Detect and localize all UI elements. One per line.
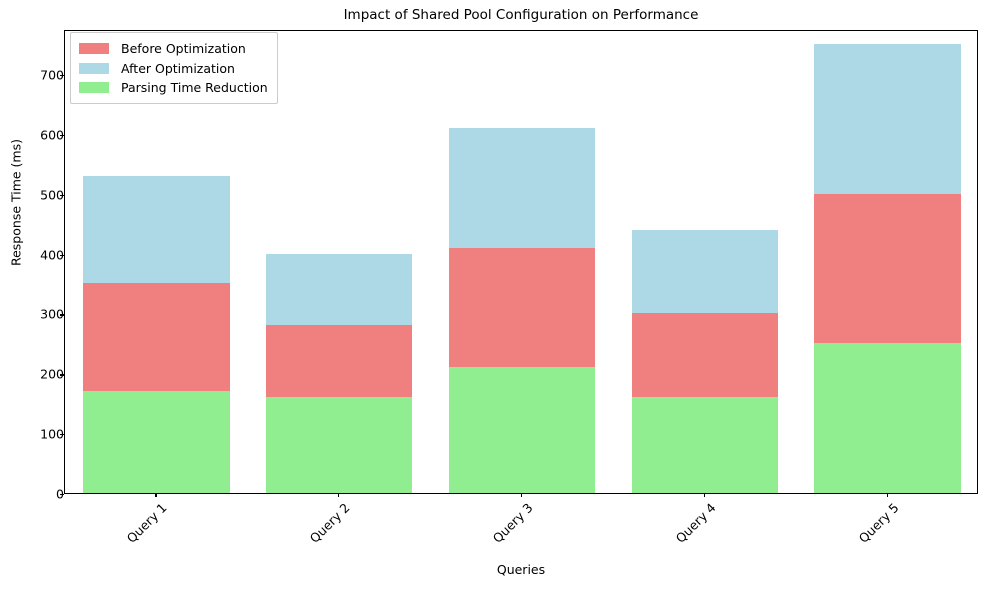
bar-parsing-3 bbox=[448, 367, 596, 493]
legend-label: After Optimization bbox=[121, 60, 235, 76]
y-tick-label: 200 bbox=[40, 366, 64, 382]
y-tick-label: 700 bbox=[40, 67, 64, 83]
legend-item-3: Parsing Time Reduction bbox=[79, 78, 268, 97]
y-axis-tick-labels: 0 100 200 300 400 500 600 700 bbox=[0, 30, 64, 501]
x-tick-mark bbox=[338, 493, 340, 498]
y-tick-label: 100 bbox=[40, 426, 64, 442]
x-tick-mark bbox=[521, 493, 523, 498]
legend-swatch-icon bbox=[79, 62, 109, 74]
x-tick-label-5: Query 5 bbox=[855, 500, 902, 546]
bar-parsing-2 bbox=[266, 397, 413, 493]
chart-legend: Before Optimization After Optimization Par… bbox=[70, 32, 278, 105]
x-tick-label-4: Query 4 bbox=[672, 500, 719, 546]
legend-item-2: After Optimization bbox=[79, 58, 268, 77]
x-tick-mark bbox=[886, 493, 888, 498]
legend-swatch-icon bbox=[79, 81, 109, 93]
chart-title: Impact of Shared Pool Configuration on P… bbox=[343, 7, 699, 23]
y-tick-label: 600 bbox=[40, 127, 64, 143]
bar-parsing-4 bbox=[631, 397, 778, 493]
bar-parsing-1 bbox=[83, 391, 230, 493]
legend-label: Before Optimization bbox=[121, 41, 246, 57]
x-tick-label-3: Query 3 bbox=[489, 500, 536, 546]
x-axis-tick-marks bbox=[64, 493, 978, 499]
x-axis-label: Queries bbox=[496, 562, 546, 577]
y-tick-label: 400 bbox=[40, 247, 64, 263]
x-tick-label-2: Query 2 bbox=[306, 500, 353, 546]
legend-item-1: Before Optimization bbox=[79, 39, 268, 58]
x-axis-tick-labels: Query 1 Query 2 Query 3 Query 4 Query 5 bbox=[64, 500, 978, 560]
chart-figure: Impact of Shared Pool Configuration on P… bbox=[0, 0, 989, 589]
x-tick-label-1: Query 1 bbox=[124, 500, 170, 546]
y-tick-label: 500 bbox=[40, 187, 64, 203]
legend-swatch-icon bbox=[79, 43, 109, 55]
bar-parsing-5 bbox=[814, 343, 961, 493]
x-tick-mark bbox=[155, 493, 157, 498]
legend-label: Parsing Time Reduction bbox=[121, 79, 268, 95]
y-tick-label: 0 bbox=[18, 487, 64, 502]
x-tick-mark bbox=[703, 493, 706, 498]
y-tick-label: 300 bbox=[40, 306, 64, 322]
